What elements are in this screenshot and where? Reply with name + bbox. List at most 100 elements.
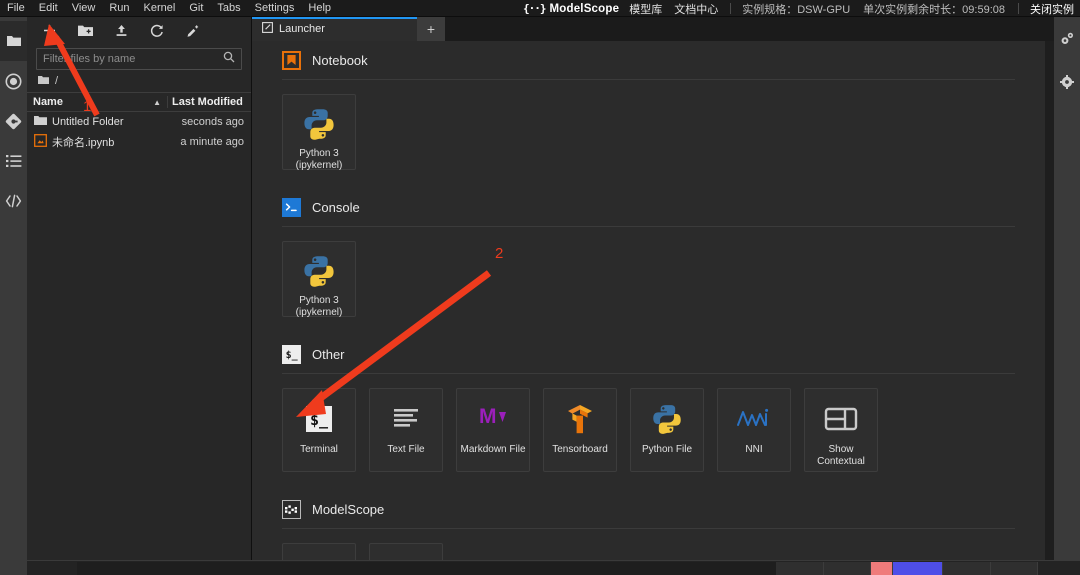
sidebar-item-extensions[interactable] — [0, 181, 27, 221]
new-tab-button[interactable]: + — [417, 17, 445, 41]
new-launcher-button[interactable] — [41, 23, 57, 39]
main-area: Launcher + Notebook Python 3 (ipykernel)… — [252, 17, 1080, 575]
breadcrumb-folder-icon — [38, 75, 50, 88]
tile-label-line1: Python 3 — [299, 295, 339, 306]
annotation-label-1: 1 — [83, 98, 92, 115]
python-file-icon — [651, 401, 683, 437]
file-list-item[interactable]: Untitled Folder seconds ago — [27, 112, 251, 132]
status-cell — [943, 562, 991, 575]
launcher-section-modelscope: ModelScope — [252, 490, 1045, 528]
svg-text:M: M — [479, 405, 497, 428]
markdown-icon: M — [476, 401, 510, 437]
tile-label: Show Contextual — [814, 444, 868, 468]
file-browser-panel: / Name ▲ Last Modified Untitled Folder s… — [27, 17, 252, 575]
breadcrumb[interactable]: / — [27, 70, 251, 92]
tile-label-line2: Contextual — [817, 456, 865, 467]
property-inspector-icon[interactable] — [1060, 31, 1075, 51]
file-modified-cell: seconds ago — [181, 116, 244, 128]
sidebar-item-toc[interactable] — [0, 141, 27, 181]
status-cell — [776, 562, 824, 575]
file-name-label: Untitled Folder — [52, 116, 124, 128]
launcher-section-console: Console — [252, 188, 1045, 226]
search-icon — [223, 50, 235, 68]
menu-kernel[interactable]: Kernel — [137, 0, 183, 17]
tile-label: Text File — [387, 444, 425, 455]
tile-label: Markdown File — [460, 444, 526, 455]
tensorboard-tile[interactable]: Tensorboard — [543, 388, 617, 472]
file-list-item[interactable]: 未命名.ipynb a minute ago — [27, 132, 251, 152]
column-header-name-label: Name — [33, 96, 63, 108]
file-name-cell: 未命名.ipynb — [27, 134, 167, 150]
file-modified-cell: a minute ago — [180, 136, 244, 148]
console-python3-tile[interactable]: Python 3 (ipykernel) — [282, 241, 356, 318]
menu-file[interactable]: File — [0, 0, 32, 17]
text-file-tile[interactable]: Text File — [369, 388, 443, 472]
sidebar-item-file-browser[interactable] — [0, 21, 27, 61]
search-input[interactable] — [43, 53, 223, 65]
section-title: Console — [312, 199, 360, 215]
menu-git[interactable]: Git — [182, 0, 210, 17]
svg-text:$_: $_ — [310, 411, 329, 429]
python-file-tile[interactable]: Python File — [630, 388, 704, 472]
breadcrumb-path: / — [55, 75, 59, 87]
status-bar-main — [77, 562, 777, 575]
nni-tile[interactable]: NNI — [717, 388, 791, 472]
menu-run[interactable]: Run — [102, 0, 136, 17]
menu-tabs[interactable]: Tabs — [210, 0, 247, 17]
file-search-box[interactable] — [36, 48, 242, 70]
notebook-icon — [34, 134, 47, 150]
launcher-section-other: $_ Other — [252, 335, 1045, 373]
extension-manager-icon — [5, 194, 22, 208]
terminal-tile[interactable]: $_ Terminal — [282, 388, 356, 472]
right-sidebar — [1054, 17, 1080, 575]
git-icon — [5, 113, 22, 130]
notebook-python3-tile[interactable]: Python 3 (ipykernel) — [282, 94, 356, 171]
section-title: Notebook — [312, 52, 368, 68]
section-title: Other — [312, 346, 345, 362]
sidebar-item-git[interactable] — [0, 101, 27, 141]
notebook-tiles: Python 3 (ipykernel) — [252, 80, 1045, 171]
sidebar-item-running[interactable] — [0, 61, 27, 101]
status-cell-highlight-blue — [893, 562, 943, 575]
launcher-icon — [262, 22, 273, 36]
running-terminals-icon — [5, 73, 22, 90]
column-header-modified[interactable]: Last Modified — [167, 96, 251, 108]
settings-gear-icon[interactable] — [1060, 75, 1074, 94]
menu-settings[interactable]: Settings — [248, 0, 302, 17]
console-prompt-icon — [282, 197, 301, 217]
file-browser-icon — [6, 33, 22, 49]
menu-bar: File Edit View Run Kernel Git Tabs Setti… — [0, 0, 1080, 17]
close-instance-button[interactable]: 关闭实例 — [1030, 1, 1074, 17]
modelscope-logo-icon: {··} — [522, 2, 546, 15]
new-folder-button[interactable] — [77, 23, 93, 39]
tab-launcher[interactable]: Launcher — [252, 17, 417, 41]
refresh-button[interactable] — [149, 23, 165, 39]
menu-help[interactable]: Help — [301, 0, 338, 17]
file-list-header: Name ▲ Last Modified — [27, 92, 251, 112]
section-header-notebook: Notebook — [282, 41, 1045, 79]
other-tiles: $_ Terminal Text File M Markdown File Te… — [252, 374, 1045, 472]
tile-label: Python File — [641, 444, 693, 455]
launcher-section-notebook: Notebook — [252, 41, 1045, 79]
section-title: ModelScope — [312, 501, 385, 517]
file-browser-toolbar — [27, 17, 251, 44]
menubar-divider — [730, 3, 732, 14]
column-header-name[interactable]: Name ▲ — [27, 96, 167, 108]
tile-label-line2: (ipykernel) — [295, 160, 343, 171]
table-of-contents-icon — [5, 154, 22, 168]
notebook-bookmark-icon — [282, 50, 301, 70]
new-checkpoint-button[interactable] — [185, 23, 201, 39]
markdown-file-tile[interactable]: M Markdown File — [456, 388, 530, 472]
modelscope-brand[interactable]: {··} ModelScope — [523, 2, 619, 15]
tab-bar: Launcher + — [252, 17, 1080, 41]
upload-button[interactable] — [113, 23, 129, 39]
status-cell — [991, 562, 1038, 575]
menu-edit[interactable]: Edit — [32, 0, 65, 17]
show-contextual-tile[interactable]: Show Contextual — [804, 388, 878, 472]
section-header-other: $_ Other — [282, 335, 1045, 373]
menu-view[interactable]: View — [65, 0, 103, 17]
link-model-library[interactable]: 模型库 — [629, 1, 662, 17]
remaining-time-label: 单次实例剩余时长：09:59:08 — [863, 1, 1005, 17]
console-tiles: Python 3 (ipykernel) — [252, 227, 1045, 318]
link-docs-center[interactable]: 文档中心 — [674, 1, 718, 17]
